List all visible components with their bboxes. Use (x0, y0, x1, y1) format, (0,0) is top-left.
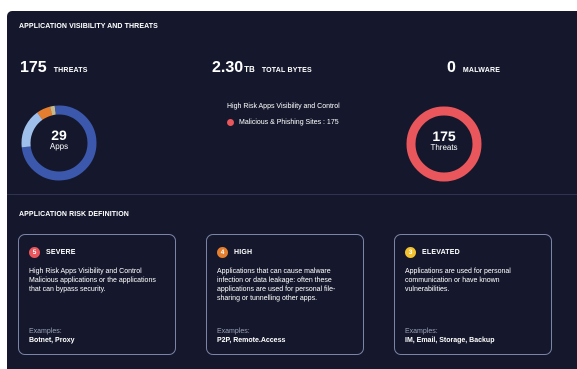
risk-card-title: SEVERE (46, 249, 76, 256)
threats-donut-label: 175 Threats (404, 129, 484, 153)
risk-card-description: Applications that can cause malware infe… (217, 268, 336, 302)
apps-label: Apps (49, 142, 69, 151)
risk-card-description: Applications are used for personal commu… (405, 268, 511, 293)
threats-label: THREATS (53, 67, 88, 74)
risk-card-title: ELEVATED (422, 249, 460, 256)
high-risk-title: High Risk Apps Visibility and Control (227, 103, 340, 110)
severity-5-badge-icon: 5 (29, 247, 40, 258)
threats-donut-text: Threats (430, 143, 458, 152)
bytes-value: 2.30 (212, 59, 244, 76)
threats-donut-count: 175 (432, 128, 456, 144)
risk-card-title: HIGH (234, 249, 253, 256)
examples-value: P2P, Remote.Access (217, 337, 286, 344)
visibility-threats-panel: APPLICATION VISIBILITY AND THREATS 175 T… (7, 11, 577, 369)
risk-card-high: 4 HIGH Applications that can cause malwa… (206, 234, 364, 355)
examples-label: Examples: (405, 328, 438, 335)
malware-label: MALWARE (462, 67, 501, 74)
examples-label: Examples: (217, 328, 250, 335)
examples-value: Botnet, Proxy (29, 337, 75, 344)
risk-card-header: 4 HIGH (217, 247, 252, 258)
risk-card-header: 5 SEVERE (29, 247, 76, 258)
threats-stat: 175 THREATS (20, 59, 88, 77)
high-risk-item-label: Malicious & Phishing Sites : 175 (239, 119, 339, 126)
risk-card-elevated: 3 ELEVATED Applications are used for per… (394, 234, 552, 355)
risk-card-severe: 5 SEVERE High Risk Apps Visibility and C… (18, 234, 176, 355)
bytes-label: TOTAL BYTES (261, 67, 312, 74)
section-title-visibility: APPLICATION VISIBILITY AND THREATS (19, 23, 158, 30)
bytes-unit: TB (244, 65, 255, 74)
legend-dot-icon (227, 119, 234, 126)
malware-count: 0 (447, 59, 456, 76)
examples-value: IM, Email, Storage, Backup (405, 337, 495, 344)
examples-label: Examples: (29, 328, 62, 335)
severity-4-badge-icon: 4 (217, 247, 228, 258)
section-divider (7, 194, 577, 195)
risk-card-header: 3 ELEVATED (405, 247, 460, 258)
bytes-stat: 2.30 TB TOTAL BYTES (212, 59, 312, 77)
apps-count: 29 (51, 127, 67, 143)
threats-count: 175 (20, 59, 47, 76)
severity-3-badge-icon: 3 (405, 247, 416, 258)
section-title-risk: APPLICATION RISK DEFINITION (19, 211, 129, 218)
malware-stat: 0 MALWARE (447, 59, 500, 77)
risk-card-description: High Risk Apps Visibility and Control Ma… (29, 268, 156, 293)
high-risk-legend-item: Malicious & Phishing Sites : 175 (227, 119, 339, 126)
apps-donut-label: 29 Apps (19, 128, 99, 152)
